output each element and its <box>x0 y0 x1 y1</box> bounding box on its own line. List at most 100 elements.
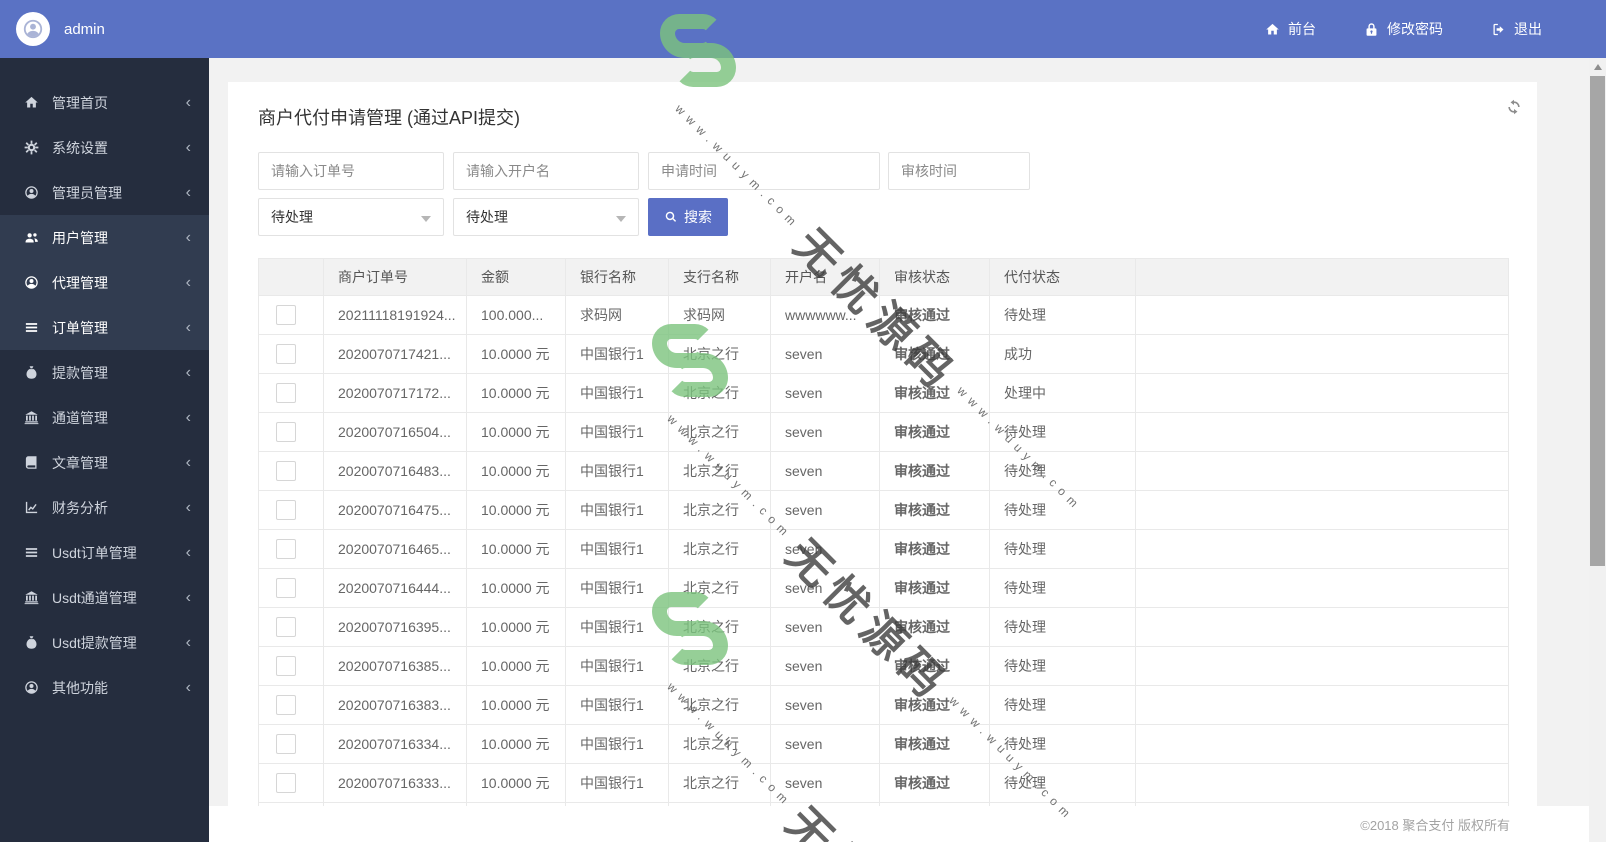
cell-order-number: 2020070717421... <box>323 334 467 374</box>
sidebar-item-2[interactable]: 系统设置 ‹ <box>0 125 209 170</box>
chevron-left-icon: ‹ <box>185 93 191 111</box>
users-icon <box>24 230 39 245</box>
cell-pay-status: 待处理 <box>989 295 1136 335</box>
nav-frontend-label: 前台 <box>1288 21 1316 37</box>
search-icon <box>664 210 678 224</box>
review-status-select[interactable]: 待处理 <box>258 198 444 236</box>
sidebar-item-5[interactable]: 代理管理 ‹ <box>0 260 209 305</box>
scrollbar-thumb[interactable] <box>1590 76 1605 566</box>
row-checkbox[interactable] <box>276 773 296 793</box>
account-name-input[interactable] <box>453 152 639 190</box>
cell-amount: 10.0000 元 <box>466 568 566 608</box>
sidebar-item-7[interactable]: 提款管理 ‹ <box>0 350 209 395</box>
sidebar-item-13[interactable]: Usdt提款管理 ‹ <box>0 620 209 665</box>
bank-icon <box>24 590 39 605</box>
order-number-input[interactable] <box>258 152 444 190</box>
sidebar-item-label: 系统设置 <box>52 139 108 156</box>
cell-branch-name: 北京之行 <box>668 412 771 452</box>
pay-status-select[interactable]: 待处理 <box>453 198 639 236</box>
review-time-input[interactable] <box>888 152 1030 190</box>
row-checkbox[interactable] <box>276 617 296 637</box>
avatar[interactable] <box>16 12 50 46</box>
cell-order-number: 2020070716385... <box>323 646 467 686</box>
cell-order-number: 2020070716444... <box>323 568 467 608</box>
footer: ©2018 聚合支付 版权所有 <box>209 806 1606 842</box>
cell-extra <box>1135 763 1509 803</box>
cell-branch-name: 北京之行 <box>668 568 771 608</box>
refresh-icon <box>1505 98 1523 116</box>
cell-amount: 10.0000 元 <box>466 607 566 647</box>
nav-logout[interactable]: 退出 <box>1491 19 1542 39</box>
table-row: 2020070716385... 10.0000 元中国银行1 北京之行 seven 审… <box>258 646 1509 686</box>
sidebar-item-3[interactable]: 管理员管理 ‹ <box>0 170 209 215</box>
cell-extra <box>1135 568 1509 608</box>
nav-change-password[interactable]: 修改密码 <box>1364 19 1443 39</box>
cell-amount: 10.0000 元 <box>466 334 566 374</box>
row-checkbox[interactable] <box>276 695 296 715</box>
row-checkbox[interactable] <box>276 578 296 598</box>
chart-icon <box>24 500 39 515</box>
cell-review-status: 审核通过 <box>879 295 990 335</box>
bag-icon <box>24 635 39 650</box>
sidebar-item-12[interactable]: Usdt通道管理 ‹ <box>0 575 209 620</box>
sidebar-item-9[interactable]: 文章管理 ‹ <box>0 440 209 485</box>
home-icon <box>1265 22 1280 37</box>
chevron-left-icon: ‹ <box>185 633 191 651</box>
sidebar-item-label: 订单管理 <box>52 319 108 336</box>
cell-extra <box>1135 529 1509 569</box>
sidebar-item-6[interactable]: 订单管理 ‹ <box>0 305 209 350</box>
sidebar-item-8[interactable]: 通道管理 ‹ <box>0 395 209 440</box>
cell-account-name: seven <box>770 451 880 491</box>
cell-branch-name: 北京之行 <box>668 373 771 413</box>
cell-pay-status: 待处理 <box>989 763 1136 803</box>
row-checkbox[interactable] <box>276 344 296 364</box>
chevron-left-icon: ‹ <box>185 678 191 696</box>
orders-table: 商户订单号 金额 银行名称 支行名称 开户名 审核状态 代付状态 2021111819192… <box>258 258 1509 842</box>
search-button[interactable]: 搜索 <box>648 198 728 236</box>
top-header-bar: admin 前台 修改密码 退出 <box>0 0 1606 58</box>
column-header: 银行名称 <box>565 258 669 296</box>
sidebar-item-label: 其他功能 <box>52 679 108 696</box>
chevron-left-icon: ‹ <box>185 228 191 246</box>
refresh-button[interactable] <box>1505 98 1525 118</box>
row-checkbox[interactable] <box>276 734 296 754</box>
cell-amount: 10.0000 元 <box>466 646 566 686</box>
row-checkbox[interactable] <box>276 305 296 325</box>
cell-branch-name: 北京之行 <box>668 685 771 725</box>
cell-review-status: 审核通过 <box>879 568 990 608</box>
row-checkbox[interactable] <box>276 500 296 520</box>
cell-amount: 10.0000 元 <box>466 412 566 452</box>
vertical-scrollbar[interactable] <box>1589 58 1606 842</box>
sidebar-item-1[interactable]: 管理首页 ‹ <box>0 80 209 125</box>
apply-time-input[interactable] <box>648 152 880 190</box>
sidebar-item-4[interactable]: 用户管理 ‹ <box>0 215 209 260</box>
nav-frontend[interactable]: 前台 <box>1265 19 1316 39</box>
sidebar-item-10[interactable]: 财务分析 ‹ <box>0 485 209 530</box>
row-checkbox[interactable] <box>276 656 296 676</box>
row-checkbox[interactable] <box>276 461 296 481</box>
filter-row-selects: 待处理 待处理 搜索 <box>258 198 1507 236</box>
cell-account-name: seven <box>770 490 880 530</box>
orders-table-wrapper: 商户订单号 金额 银行名称 支行名称 开户名 审核状态 代付状态 2021111819192… <box>258 258 1509 842</box>
sidebar-item-14[interactable]: 其他功能 ‹ <box>0 665 209 710</box>
sign-out-icon <box>1491 22 1506 37</box>
sidebar-item-label: 提款管理 <box>52 364 108 381</box>
sidebar-item-label: Usdt通道管理 <box>52 589 137 606</box>
cell-branch-name: 北京之行 <box>668 763 771 803</box>
cell-amount: 10.0000 元 <box>466 529 566 569</box>
scrollbar-up-arrow-icon[interactable] <box>1593 64 1602 70</box>
sidebar-item-11[interactable]: Usdt订单管理 ‹ <box>0 530 209 575</box>
chevron-left-icon: ‹ <box>185 498 191 516</box>
user-circle-icon <box>24 185 39 200</box>
row-checkbox[interactable] <box>276 422 296 442</box>
table-row: 2020070716504... 10.0000 元中国银行1 北京之行 seven 审… <box>258 412 1509 452</box>
row-checkbox[interactable] <box>276 539 296 559</box>
page-title: 商户代付申请管理 (通过API提交) <box>258 108 521 128</box>
chevron-left-icon: ‹ <box>185 453 191 471</box>
cell-branch-name: 北京之行 <box>668 724 771 764</box>
column-header: 支行名称 <box>668 258 771 296</box>
page: admin 前台 修改密码 退出 管理首页 ‹ 系统设置 ‹ 管理员管理 ‹ 用户管理 ‹ 代理… <box>0 0 1606 842</box>
column-header: 商户订单号 <box>323 258 467 296</box>
cell-bank-name: 中国银行1 <box>565 568 669 608</box>
row-checkbox[interactable] <box>276 383 296 403</box>
